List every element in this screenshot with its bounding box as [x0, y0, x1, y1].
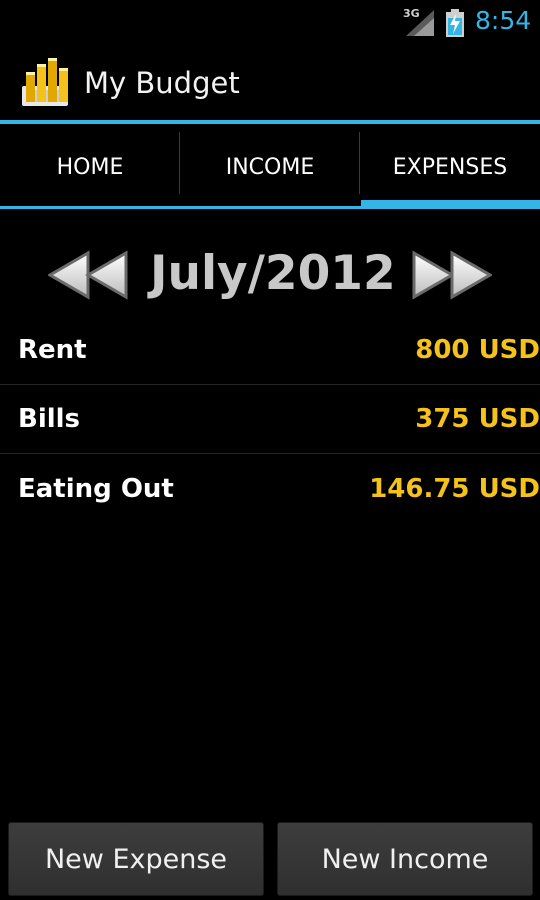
expense-amount: 375 USD — [415, 404, 540, 434]
tab-label: EXPENSES — [392, 154, 508, 180]
new-expense-button[interactable]: New Expense — [8, 822, 264, 896]
budget-coins-icon[interactable] — [20, 56, 72, 110]
month-label: July/2012 — [150, 246, 396, 301]
action-bar: My Budget — [0, 44, 540, 122]
expense-list: Rent 800 USD Bills 375 USD Eating Out 14… — [0, 316, 540, 523]
expense-amount: 146.75 USD — [369, 473, 540, 504]
clock-time: 8:54 — [475, 6, 532, 35]
expense-name: Bills — [18, 404, 81, 434]
battery-charging-icon — [446, 9, 464, 37]
bottom-button-bar: New Expense New Income — [0, 818, 540, 900]
signal-icon — [406, 10, 434, 36]
tab-label: INCOME — [225, 154, 315, 180]
tab-expenses[interactable]: EXPENSES — [360, 124, 540, 210]
rewind-icon[interactable] — [48, 250, 132, 300]
list-item[interactable]: Eating Out 146.75 USD — [0, 454, 540, 523]
tab-income[interactable]: INCOME — [180, 124, 360, 210]
new-income-button[interactable]: New Income — [277, 822, 533, 896]
expense-name: Rent — [18, 335, 87, 365]
tab-home[interactable]: HOME — [0, 124, 180, 210]
month-navigator: July/2012 — [0, 240, 540, 310]
tab-label: HOME — [56, 154, 124, 180]
expense-name: Eating Out — [18, 473, 174, 504]
expense-amount: 800 USD — [415, 335, 540, 365]
fast-forward-icon[interactable] — [408, 250, 492, 300]
status-bar: 3G 8:54 — [0, 0, 540, 44]
tab-selected-indicator — [361, 200, 540, 209]
list-item[interactable]: Bills 375 USD — [0, 385, 540, 454]
app-screen: 3G 8:54 My Budget HOME INCOME EXPENSES J… — [0, 0, 540, 900]
list-item[interactable]: Rent 800 USD — [0, 316, 540, 385]
tab-bar: HOME INCOME EXPENSES — [0, 124, 540, 210]
app-title: My Budget — [84, 66, 240, 100]
